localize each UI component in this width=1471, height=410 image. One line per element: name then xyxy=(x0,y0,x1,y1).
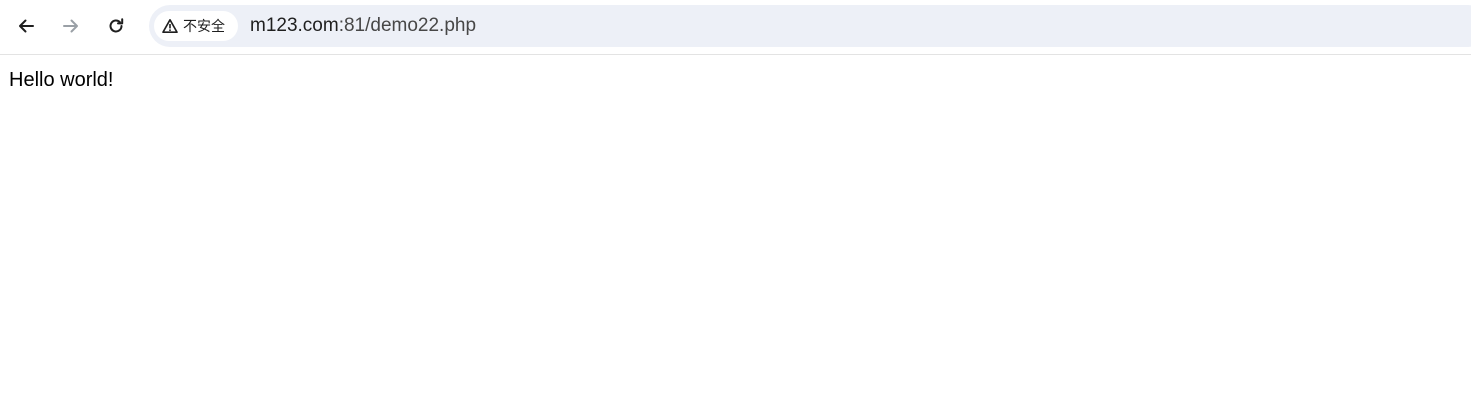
reload-icon xyxy=(109,18,124,33)
address-bar[interactable]: 不安全 m123.com:81/demo22.php xyxy=(149,5,1471,47)
warning-triangle-icon xyxy=(162,18,178,34)
url-path: :81/demo22.php xyxy=(338,15,477,36)
url-host: m123.com xyxy=(250,15,339,36)
browser-toolbar: 不安全 m123.com:81/demo22.php xyxy=(0,0,1471,55)
security-indicator-chip[interactable]: 不安全 xyxy=(154,11,238,41)
reload-button[interactable] xyxy=(99,9,133,43)
page-body-text: Hello world! xyxy=(9,69,114,91)
back-button[interactable] xyxy=(9,9,43,43)
forward-button[interactable] xyxy=(54,9,88,43)
arrow-left-icon xyxy=(19,19,34,33)
arrow-right-icon xyxy=(63,19,78,33)
security-label: 不安全 xyxy=(183,19,225,35)
page-content: Hello world! xyxy=(0,56,1471,410)
url-text[interactable]: m123.com:81/demo22.php xyxy=(250,15,476,37)
